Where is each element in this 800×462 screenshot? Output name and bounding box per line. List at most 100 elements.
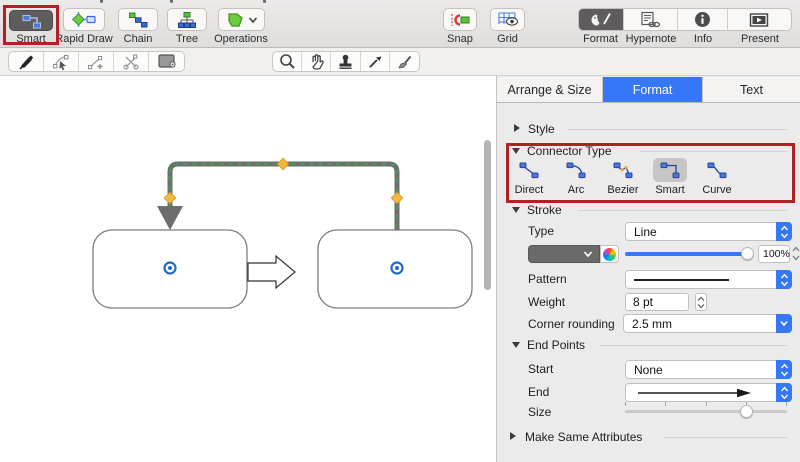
connection-point-icon[interactable] — [392, 263, 403, 274]
format-brush-tool-button[interactable] — [390, 52, 419, 71]
end-points-section-label: End Points — [527, 338, 585, 352]
stroke-color-swatch[interactable] — [528, 245, 600, 263]
present-icon — [749, 12, 769, 28]
tab-arrange-size[interactable]: Arrange & Size — [497, 77, 603, 102]
select-stepper-icon — [776, 222, 792, 241]
connector-option-curve[interactable] — [700, 158, 734, 182]
make-same-section-label: Make Same Attributes — [525, 430, 642, 444]
smart-button-label: Smart — [9, 33, 53, 45]
slider-tick — [786, 402, 787, 406]
connector-handle[interactable] — [277, 158, 288, 169]
snap-button-label: Snap — [443, 33, 477, 45]
section-divider — [663, 437, 787, 438]
smart-connector-option-icon — [660, 162, 680, 179]
smart-connector-line[interactable] — [170, 164, 397, 230]
eyedropper-tool-button[interactable] — [361, 52, 390, 71]
connector-option-arc[interactable] — [559, 158, 593, 182]
canvas-scrollbar[interactable] — [484, 140, 491, 290]
main-toolbar: Smart Rapid Draw Chain — [0, 0, 800, 48]
stroke-weight-label: Weight — [528, 295, 565, 309]
connector-option-direct-label: Direct — [509, 184, 549, 196]
info-button[interactable] — [678, 9, 728, 30]
canvas-drawing — [0, 76, 497, 462]
opacity-value: 100% — [763, 248, 790, 260]
hypernote-icon — [639, 11, 661, 29]
present-button[interactable] — [728, 9, 791, 30]
color-wheel-button[interactable] — [600, 245, 619, 263]
shape-gallery-tool-button[interactable] — [149, 52, 184, 71]
connection-point-icon[interactable] — [165, 263, 176, 274]
operations-button-label: Operations — [211, 33, 271, 45]
make-same-disclosure-icon[interactable] — [510, 432, 516, 440]
shape-gallery-icon — [157, 53, 177, 70]
tree-button[interactable] — [167, 8, 207, 31]
endpoint-size-slider-track[interactable] — [625, 410, 787, 413]
pan-tool-button[interactable] — [302, 52, 331, 71]
stroke-type-value: Line — [634, 225, 657, 239]
chain-button[interactable] — [118, 8, 158, 31]
curve-connector-icon — [707, 162, 727, 179]
app-window: Smart Rapid Draw Chain — [0, 0, 800, 462]
tree-icon — [177, 11, 197, 29]
color-wheel-icon — [603, 248, 616, 261]
slider-tick — [625, 402, 626, 406]
snap-button[interactable] — [443, 8, 477, 31]
pen-tool-button[interactable] — [9, 52, 44, 71]
node-select-icon — [52, 53, 70, 71]
endpoint-size-slider-thumb[interactable] — [740, 405, 753, 418]
connector-option-bezier[interactable] — [606, 158, 640, 182]
slider-tick — [706, 402, 707, 406]
opacity-stepper[interactable] — [792, 246, 800, 261]
tree-button-label: Tree — [167, 33, 207, 45]
weight-stepper[interactable] — [695, 293, 707, 311]
end-points-disclosure-icon[interactable] — [512, 342, 520, 348]
drawing-canvas[interactable] — [0, 76, 497, 462]
hypernote-button[interactable] — [624, 9, 678, 30]
stroke-disclosure-icon[interactable] — [512, 207, 520, 213]
split-tool-button[interactable] — [114, 52, 149, 71]
stroke-section-label: Stroke — [527, 203, 562, 217]
grid-button[interactable] — [490, 8, 525, 31]
corner-rounding-select[interactable]: 2.5 mm — [623, 314, 792, 333]
format-panel-button[interactable] — [579, 9, 624, 30]
opacity-slider-thumb[interactable] — [741, 247, 754, 260]
rapid-draw-icon — [71, 11, 97, 28]
connector-type-disclosure-icon[interactable] — [512, 148, 520, 154]
stroke-weight-field[interactable]: 8 pt — [625, 293, 689, 311]
tab-text[interactable]: Text — [703, 77, 800, 102]
zoom-tool-button[interactable] — [273, 52, 302, 71]
slider-tick — [665, 402, 666, 406]
tab-format[interactable]: Format — [603, 77, 703, 102]
connector-arrowhead — [157, 206, 183, 230]
magnifier-icon — [279, 53, 296, 70]
hypernote-button-label: Hypernote — [620, 33, 682, 45]
opacity-value-field[interactable]: 100% — [758, 245, 790, 263]
pen-icon — [17, 53, 35, 71]
add-point-tool-button[interactable] — [79, 52, 114, 71]
smart-button[interactable] — [9, 10, 53, 31]
opacity-slider-track[interactable] — [625, 252, 747, 256]
view-tools-group — [272, 51, 420, 72]
rapid-draw-button[interactable] — [63, 8, 105, 31]
block-arrow-shape[interactable] — [248, 256, 295, 288]
style-disclosure-icon[interactable] — [514, 124, 520, 132]
stamp-tool-button[interactable] — [331, 52, 361, 71]
start-endpoint-select[interactable]: None — [625, 360, 792, 379]
grid-button-label: Grid — [490, 33, 525, 45]
connector-handle[interactable] — [391, 192, 402, 203]
stroke-pattern-select[interactable] — [625, 270, 792, 289]
operations-button[interactable] — [218, 8, 265, 31]
stroke-type-select[interactable]: Line — [625, 222, 792, 241]
connector-option-curve-label: Curve — [697, 184, 737, 196]
connector-handle[interactable] — [164, 192, 175, 203]
connector-option-smart[interactable] — [653, 158, 687, 182]
connector-option-bezier-label: Bezier — [603, 184, 643, 196]
node-select-tool-button[interactable] — [44, 52, 79, 71]
end-endpoint-select[interactable] — [625, 383, 792, 402]
drawing-tools-group — [8, 51, 185, 72]
chain-button-label: Chain — [118, 33, 158, 45]
corner-rounding-value: 2.5 mm — [632, 317, 672, 331]
arrow-endpoint-preview — [634, 388, 759, 398]
section-divider — [599, 345, 787, 346]
connector-option-direct[interactable] — [512, 158, 546, 182]
